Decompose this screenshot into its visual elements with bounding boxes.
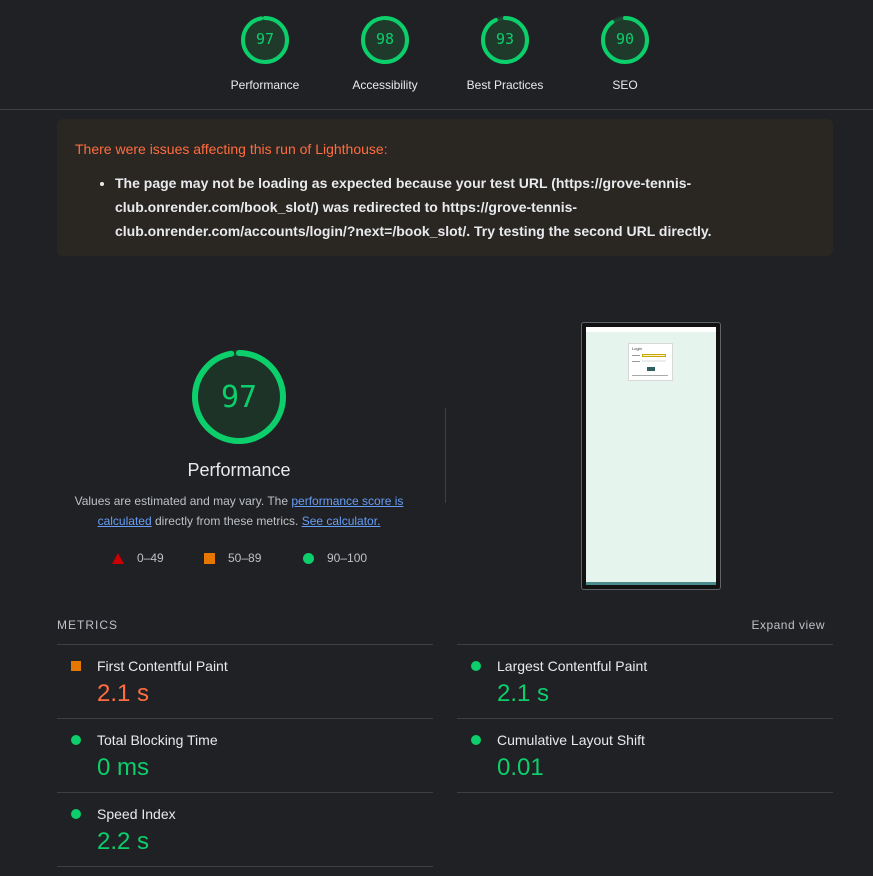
metric-value: 0.01: [497, 754, 544, 781]
desc-prefix: Values are estimated and may vary. The: [74, 494, 292, 508]
warning-title: There were issues affecting this run of …: [75, 141, 388, 157]
gauge-score: 93: [495, 30, 515, 48]
square-icon: [204, 552, 215, 564]
screenshot-login-card: Login: [628, 343, 673, 381]
screenshot-field-label: [632, 355, 640, 356]
screenshot-login-title: Login: [632, 346, 642, 351]
metric-first-contentful-paint: First Contentful Paint 2.1 s: [57, 644, 433, 718]
metric-cumulative-layout-shift: Cumulative Layout Shift 0.01: [457, 718, 833, 792]
metric-divider: [457, 792, 833, 793]
expand-view-button[interactable]: Expand view: [751, 618, 825, 632]
metric-value: 0 ms: [97, 754, 150, 781]
gauge-score: 97: [255, 30, 275, 48]
triangle-icon: [112, 552, 124, 564]
desc-middle: directly from these metrics.: [151, 514, 302, 528]
metric-value: 2.1 s: [497, 680, 550, 707]
metric-name: Largest Contentful Paint: [497, 658, 648, 674]
category-gauges-row: 97 Performance 98 Accessibility 93 Best …: [0, 0, 873, 110]
vertical-divider: [445, 408, 446, 503]
final-screenshot[interactable]: Login: [581, 322, 721, 590]
gauge-score: 98: [375, 30, 395, 48]
legend-label: 90–100: [327, 551, 368, 565]
metric-divider: [57, 866, 433, 867]
screenshot-field-label: [632, 361, 640, 362]
gauge-best-practices[interactable]: 93 Best Practices: [450, 14, 560, 92]
square-icon: [71, 661, 81, 671]
gauge-label: SEO: [612, 78, 638, 92]
gauge-accessibility[interactable]: 98 Accessibility: [330, 14, 440, 92]
warning-list: The page may not be loading as expected …: [75, 171, 815, 243]
legend-label: 50–89: [228, 551, 262, 565]
legend-label: 0–49: [137, 551, 164, 565]
metric-speed-index: Speed Index 2.2 s: [57, 792, 433, 866]
metric-name: First Contentful Paint: [97, 658, 228, 674]
performance-score: 97: [220, 379, 258, 415]
legend-average: 50–89: [204, 551, 261, 565]
metric-name: Speed Index: [97, 806, 176, 822]
circle-icon: [471, 661, 481, 671]
gauge-score: 90: [615, 30, 635, 48]
metrics-header: METRICS: [57, 618, 118, 632]
metric-value: 2.2 s: [97, 828, 150, 855]
metric-largest-contentful-paint: Largest Contentful Paint 2.1 s: [457, 644, 833, 718]
legend-fail: 0–49: [112, 551, 164, 565]
circle-icon: [71, 735, 81, 745]
screenshot-bottom-bar: [586, 582, 716, 585]
gauge-performance[interactable]: 97 Performance: [210, 14, 320, 92]
screenshot-password-field: [642, 360, 666, 362]
gauge-seo[interactable]: 90 SEO: [570, 14, 680, 92]
performance-gauge: 97: [189, 347, 289, 447]
warning-item: The page may not be loading as expected …: [115, 171, 815, 243]
screenshot-login-button: [647, 367, 655, 371]
see-calculator-link[interactable]: See calculator.: [302, 514, 381, 528]
circle-icon: [303, 552, 314, 564]
gauge-label: Best Practices: [466, 78, 544, 92]
gauge-label: Performance: [230, 78, 300, 92]
performance-title: Performance: [187, 460, 291, 480]
legend-pass: 90–100: [303, 551, 367, 565]
metric-name: Cumulative Layout Shift: [497, 732, 645, 748]
screenshot-screen: Login: [586, 327, 716, 585]
performance-description: Values are estimated and may vary. The p…: [62, 491, 416, 531]
gauge-label: Accessibility: [352, 78, 418, 92]
screenshot-username-field: [642, 354, 666, 357]
screenshot-footer-text: [632, 375, 668, 376]
metric-name: Total Blocking Time: [97, 732, 218, 748]
circle-icon: [71, 809, 81, 819]
metric-total-blocking-time: Total Blocking Time 0 ms: [57, 718, 433, 792]
screenshot-topbar: [586, 327, 716, 332]
warning-box: There were issues affecting this run of …: [57, 119, 833, 256]
metric-value: 2.1 s: [97, 680, 150, 707]
circle-icon: [471, 735, 481, 745]
